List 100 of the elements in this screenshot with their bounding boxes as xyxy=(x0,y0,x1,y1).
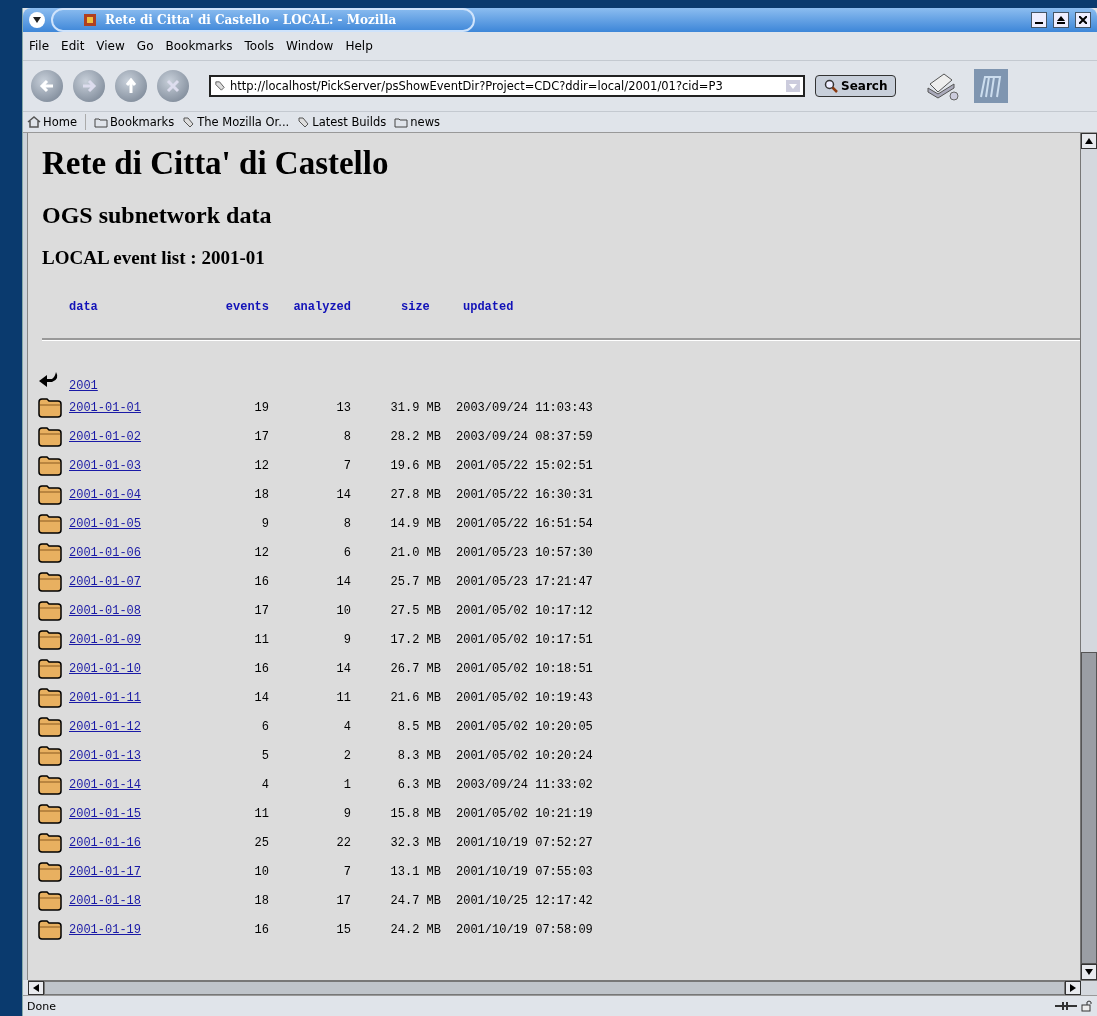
bookmark-link[interactable]: news xyxy=(394,115,441,129)
minimize-button[interactable] xyxy=(1031,12,1047,28)
parent-folder-link[interactable]: 2001 xyxy=(69,379,98,393)
table-cell-text: 28.2 MB xyxy=(389,429,441,444)
folder-link[interactable]: 2001-01-16 xyxy=(69,835,141,850)
table-cell-text: 2001/05/22 15:02:51 xyxy=(455,458,594,473)
back-button[interactable] xyxy=(31,70,63,102)
table-cell-text: 8.3 MB xyxy=(396,748,441,763)
table-cell-text: 18 xyxy=(253,893,269,908)
bookmark-link[interactable]: Home xyxy=(27,115,77,129)
table-cell-text: 2003/09/24 08:37:59 xyxy=(455,429,594,444)
padlock-icon xyxy=(1081,1000,1093,1012)
column-header: size xyxy=(400,300,431,314)
maximize-icon xyxy=(1057,16,1065,24)
address-field[interactable]: http://localhost/PickServer/psShowEventDir?Project=CDC?ddir=local/2001/01?cid=P3 xyxy=(209,75,805,97)
table-cell-text: 2001/05/22 16:51:54 xyxy=(455,516,594,531)
down-arrow-icon[interactable] xyxy=(1085,969,1093,975)
table-cell-text: 7 xyxy=(342,458,351,473)
bookmark-link[interactable]: Bookmarks xyxy=(93,115,175,129)
folder-icon xyxy=(38,513,62,534)
menu-item[interactable]: Go xyxy=(132,37,158,55)
folder-icon xyxy=(38,455,62,476)
folder-link[interactable]: 2001-01-04 xyxy=(69,487,141,502)
table-cell-text: 6 xyxy=(260,719,269,734)
reload-button[interactable] xyxy=(115,70,147,102)
search-icon xyxy=(824,79,838,93)
folder-icon xyxy=(38,890,62,911)
bookmark-icon xyxy=(297,115,311,129)
folder-link[interactable]: 2001-01-15 xyxy=(69,806,141,821)
table-cell-text: 26.7 MB xyxy=(389,661,441,676)
close-button[interactable] xyxy=(1075,12,1091,28)
table-cell-text: 2001/05/02 10:17:12 xyxy=(455,603,594,618)
folder-icon xyxy=(38,687,62,708)
table-cell-text: 11 xyxy=(253,806,269,821)
table-cell-text: 2001/05/23 17:21:47 xyxy=(455,574,594,589)
folder-link[interactable]: 2001-01-18 xyxy=(69,893,141,908)
folder-icon xyxy=(38,919,62,940)
horizontal-scrollbar[interactable] xyxy=(28,980,1097,995)
folder-icon xyxy=(38,774,62,795)
folder-link[interactable]: 2001-01-01 xyxy=(69,400,141,415)
table-cell-text: 17 xyxy=(253,603,269,618)
folder-link[interactable]: 2001-01-17 xyxy=(69,864,141,879)
table-cell-text: 14 xyxy=(335,661,351,676)
list-title: LOCAL event list : 2001-01 xyxy=(42,247,266,269)
table-cell-text: 2001/05/22 16:30:31 xyxy=(455,487,594,502)
folder-icon xyxy=(38,629,62,650)
menu-item[interactable]: Bookmarks xyxy=(161,37,237,55)
table-cell-text: 27.5 MB xyxy=(389,603,441,618)
table-cell-text: 2001/05/02 10:17:51 xyxy=(455,632,594,647)
folder-link[interactable]: 2001-01-03 xyxy=(69,458,141,473)
folder-icon xyxy=(38,716,62,737)
close-icon xyxy=(1079,16,1087,24)
folder-link[interactable]: 2001-01-06 xyxy=(69,545,141,560)
table-cell-text: 13 xyxy=(335,400,351,415)
table-cell-text: 31.9 MB xyxy=(389,400,441,415)
folder-link[interactable]: 2001-01-14 xyxy=(69,777,141,792)
up-arrow-icon[interactable] xyxy=(1085,138,1093,144)
right-arrow-icon[interactable] xyxy=(1070,984,1076,992)
table-cell-text: 2 xyxy=(342,748,351,763)
table-cell-text: 19.6 MB xyxy=(389,458,441,473)
menu-item[interactable]: View xyxy=(92,37,129,55)
table-cell-text: 13.1 MB xyxy=(389,864,441,879)
bookmark-link[interactable]: Latest Builds xyxy=(297,115,387,129)
return-arrow-icon xyxy=(38,371,60,389)
maximize-button[interactable] xyxy=(1053,12,1069,28)
left-arrow-icon[interactable] xyxy=(33,984,39,992)
menu-item[interactable]: Tools xyxy=(240,37,279,55)
table-cell-text: 8.5 MB xyxy=(396,719,441,734)
menu-item[interactable]: Window xyxy=(282,37,338,55)
x-icon xyxy=(165,78,181,94)
table-cell-text: 16 xyxy=(253,661,269,676)
folder-link[interactable]: 2001-01-13 xyxy=(69,748,141,763)
table-cell-text: 11 xyxy=(335,690,351,705)
folder-link[interactable]: 2001-01-09 xyxy=(69,632,141,647)
table-cell-text: 17 xyxy=(253,429,269,444)
folder-link[interactable]: 2001-01-11 xyxy=(69,690,141,705)
table-cell-text: 12 xyxy=(253,458,269,473)
table-cell-text: 10 xyxy=(335,603,351,618)
table-cell-text: 14.9 MB xyxy=(389,516,441,531)
folder-link[interactable]: 2001-01-02 xyxy=(69,429,141,444)
folder-link[interactable]: 2001-01-08 xyxy=(69,603,141,618)
folder-icon xyxy=(38,745,62,766)
window-menu-button[interactable] xyxy=(29,12,45,28)
table-cell-text: 11 xyxy=(253,632,269,647)
table-cell-text: 2001/05/02 10:20:05 xyxy=(455,719,594,734)
table-cell-text: 27.8 MB xyxy=(389,487,441,502)
bookmark-link[interactable]: The Mozilla Or... xyxy=(182,115,290,129)
table-cell-text: 2001/05/02 10:21:19 xyxy=(455,806,594,821)
menu-item[interactable]: Edit xyxy=(57,37,89,55)
table-cell-text: 14 xyxy=(335,574,351,589)
search-button[interactable]: Search xyxy=(815,75,897,97)
menu-item[interactable]: Help xyxy=(341,37,377,55)
menu-item[interactable]: File xyxy=(25,37,54,55)
folder-link[interactable]: 2001-01-10 xyxy=(69,661,141,676)
table-cell-text: 22 xyxy=(335,835,351,850)
folder-link[interactable]: 2001-01-05 xyxy=(69,516,141,531)
vertical-scrollbar[interactable] xyxy=(1080,133,1097,980)
folder-link[interactable]: 2001-01-12 xyxy=(69,719,141,734)
folder-link[interactable]: 2001-01-07 xyxy=(69,574,141,589)
folder-link[interactable]: 2001-01-19 xyxy=(69,922,141,937)
